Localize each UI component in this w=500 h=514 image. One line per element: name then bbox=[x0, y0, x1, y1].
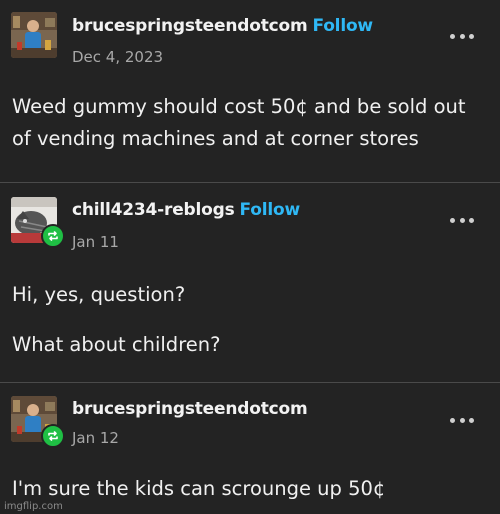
more-options-icon[interactable] bbox=[450, 416, 474, 424]
post-date[interactable]: Dec 4, 2023 bbox=[72, 48, 163, 66]
follow-button[interactable]: Follow bbox=[240, 200, 301, 220]
more-options-icon[interactable] bbox=[450, 216, 474, 224]
post-paragraph: Hi, yes, question? bbox=[12, 283, 186, 306]
avatar[interactable] bbox=[11, 12, 57, 58]
post-paragraph: Weed gummy should cost 50¢ and be sold o… bbox=[12, 95, 466, 150]
post-reblog: chill4234-reblogs Follow Jan 11 Hi, yes, … bbox=[0, 182, 500, 382]
reblog-icon bbox=[41, 424, 65, 448]
more-options-icon[interactable] bbox=[450, 32, 474, 40]
watermark: imgflip.com bbox=[4, 501, 63, 512]
post-header: chill4234-reblogs Follow bbox=[72, 200, 300, 220]
avatar-person-photo-icon bbox=[11, 12, 57, 58]
post-date[interactable]: Jan 12 bbox=[72, 429, 119, 447]
post-paragraph: What about children? bbox=[12, 333, 221, 356]
follow-button[interactable]: Follow bbox=[312, 16, 373, 36]
post-original: brucespringsteendotcom Follow Dec 4, 2023… bbox=[0, 0, 500, 182]
username-link[interactable]: chill4234-reblogs bbox=[72, 200, 235, 220]
post-date[interactable]: Jan 11 bbox=[72, 233, 119, 251]
post-reply: brucespringsteendotcom Jan 12 I'm sure t… bbox=[0, 382, 500, 514]
username-link[interactable]: brucespringsteendotcom bbox=[72, 16, 308, 36]
post-body: Weed gummy should cost 50¢ and be sold o… bbox=[12, 91, 486, 155]
post-header: brucespringsteendotcom Follow bbox=[72, 16, 373, 36]
username-link[interactable]: brucespringsteendotcom bbox=[72, 399, 308, 419]
post-paragraph: I'm sure the kids can scrounge up 50¢ bbox=[12, 477, 386, 500]
reblog-icon bbox=[41, 224, 65, 248]
